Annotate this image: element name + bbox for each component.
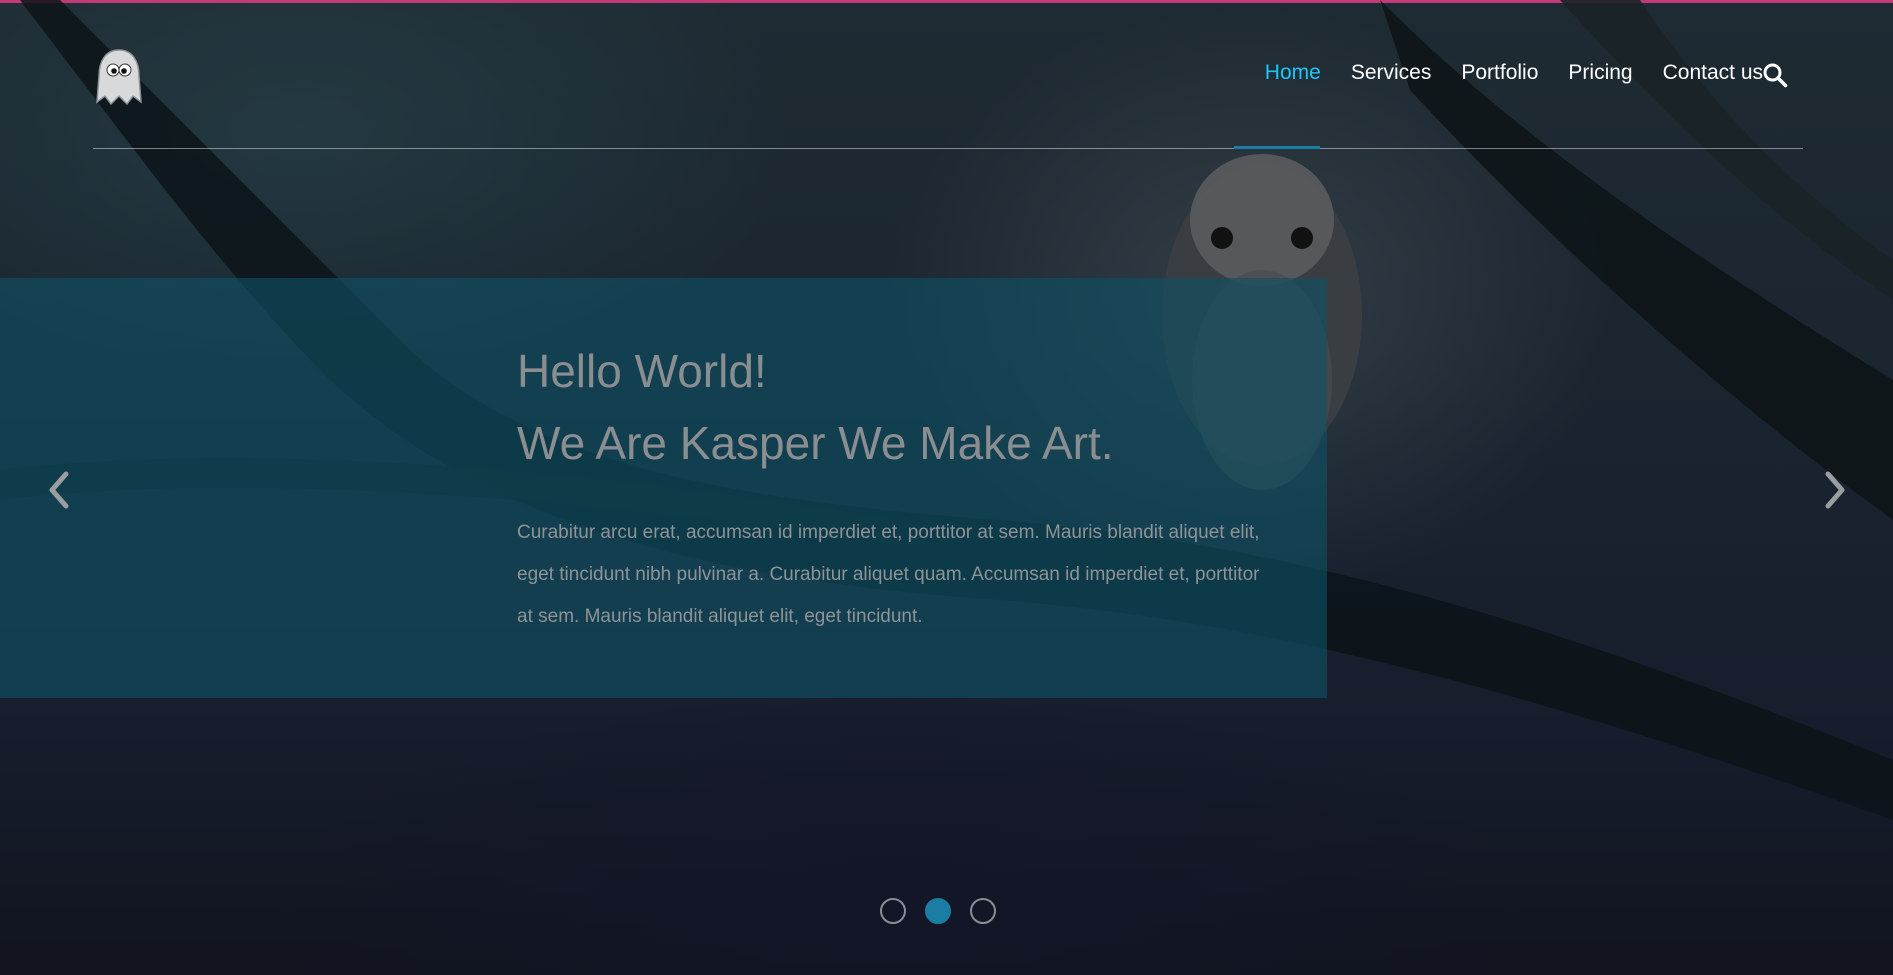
hero-description: Curabitur arcu erat, accumsan id imperdi… [517, 522, 1260, 627]
hero-title-line-1: Hello World! [517, 345, 767, 397]
nav-home-link[interactable]: Home [1265, 58, 1321, 88]
slide-bullet-2[interactable] [925, 898, 951, 924]
active-nav-indicator [1234, 146, 1320, 149]
hero-background: Home Services Portfolio Pricing Contact … [0, 0, 1893, 975]
nav-services-link[interactable]: Services [1351, 58, 1432, 88]
nav-portfolio-link[interactable]: Portfolio [1461, 58, 1538, 88]
search-icon[interactable] [1762, 62, 1788, 88]
hero-title-line-2: We Are Kasper We Make Art. [517, 417, 1114, 469]
main-navigation: Home Services Portfolio Pricing Contact … [1235, 58, 1763, 88]
nav-pricing-link[interactable]: Pricing [1568, 58, 1632, 88]
slide-bullet-1[interactable] [880, 898, 906, 924]
slide-bullet-3[interactable] [970, 898, 996, 924]
nav-contact-link[interactable]: Contact us [1663, 58, 1763, 88]
nav-divider [93, 148, 1803, 149]
slider-pagination [880, 898, 1015, 924]
ghost-logo[interactable] [93, 48, 145, 106]
chevron-left-icon[interactable] [44, 468, 74, 512]
chevron-right-icon[interactable] [1820, 468, 1850, 512]
